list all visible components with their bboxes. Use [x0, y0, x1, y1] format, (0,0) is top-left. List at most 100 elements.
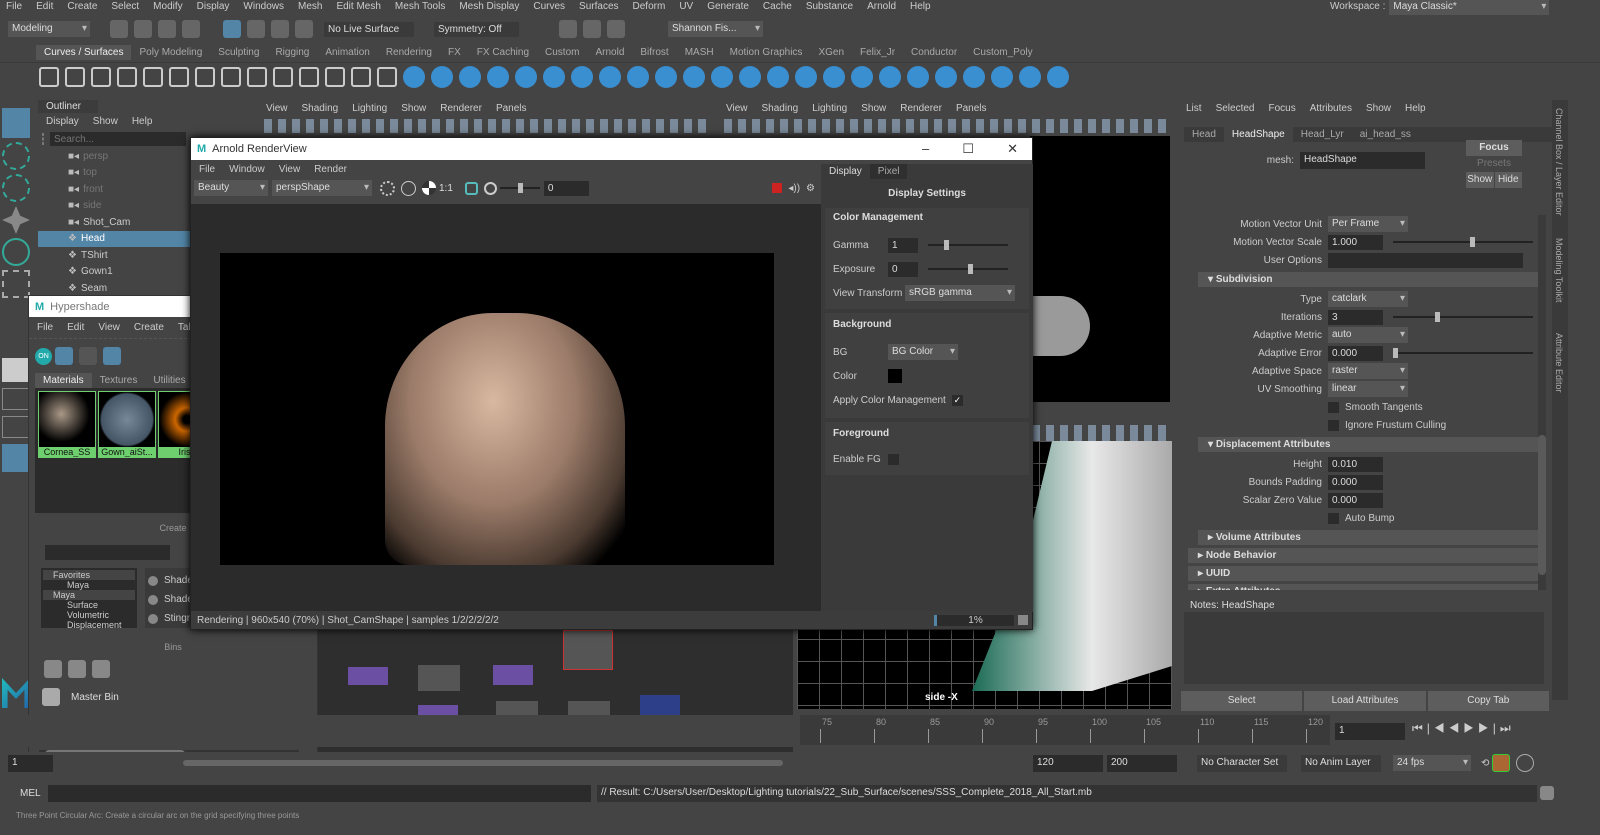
focus-button[interactable]: Focus — [1466, 140, 1522, 156]
shelf-tool-icon[interactable] — [169, 66, 189, 87]
outliner-search-input[interactable] — [50, 132, 186, 146]
shelf-tab-bifrost[interactable]: Bifrost — [632, 45, 676, 60]
settings-gear-icon[interactable]: ⚙ — [806, 183, 815, 194]
menu-select[interactable]: Select — [111, 1, 139, 12]
shelf-tool-icon[interactable] — [65, 66, 85, 87]
shelf-tool-icon[interactable] — [431, 65, 453, 88]
outliner-layout-icon[interactable] — [2, 444, 30, 472]
outliner-menu-show[interactable]: Show — [93, 116, 118, 127]
attr-tab-ai-head-ss[interactable]: ai_head_ss — [1352, 127, 1419, 142]
input-connections-icon[interactable] — [103, 347, 121, 365]
scalar-zero-value-field[interactable]: 0.000 — [1328, 492, 1383, 508]
hypershade-menu-view[interactable]: View — [98, 322, 120, 333]
create-tree-item[interactable]: Maya — [43, 580, 135, 590]
shelf-tab-xgen[interactable]: XGen — [810, 45, 852, 60]
bg-dropdown[interactable]: BG Color — [888, 344, 958, 360]
shelf-tab-rigging[interactable]: Rigging — [267, 45, 317, 60]
maximize-button[interactable]: ☐ — [962, 141, 974, 157]
viewport-menu-panels[interactable]: Panels — [956, 103, 987, 114]
create-tree-item[interactable]: Surface — [43, 600, 135, 610]
open-scene-icon[interactable] — [134, 20, 152, 38]
undo-icon[interactable] — [182, 20, 200, 38]
close-button[interactable]: ✕ — [1007, 141, 1018, 157]
time-slider[interactable]: 75 80 85 90 95 100 105 110 115 120 1 ⏮|◀◀▶▶|⏭ — [0, 715, 1600, 747]
scale-tool-icon[interactable] — [2, 270, 30, 298]
bg-color-swatch[interactable] — [888, 369, 902, 383]
motion-vector-scale-slider[interactable] — [1393, 237, 1533, 247]
shelf-tool-icon[interactable] — [487, 65, 509, 88]
section-volume-attributes[interactable]: ▸ Volume Attributes — [1198, 530, 1538, 545]
single-perspective-layout-icon[interactable] — [2, 358, 30, 382]
attr-tab-headshape[interactable]: HeadShape — [1223, 127, 1293, 142]
workspace-dropdown[interactable]: Maya Classic* — [1389, 0, 1550, 15]
select-tool-icon[interactable] — [223, 20, 241, 38]
render-region-icon[interactable] — [380, 180, 395, 196]
iterations-field[interactable]: 3 — [1328, 309, 1383, 325]
node-shader[interactable] — [563, 630, 613, 670]
menu-mesh-display[interactable]: Mesh Display — [459, 1, 519, 12]
snap-point-icon[interactable] — [295, 20, 313, 38]
viewport-canvas[interactable] — [1030, 136, 1170, 402]
shelf-tool-icon[interactable] — [935, 65, 957, 88]
gamma-slider[interactable] — [928, 240, 1008, 250]
minimize-button[interactable]: – — [922, 141, 929, 157]
create-tree-item[interactable]: Displacement — [43, 620, 135, 630]
master-bin-label[interactable]: Master Bin — [71, 692, 119, 703]
shelf-tool-icon[interactable] — [221, 66, 241, 87]
select-tool-icon[interactable] — [2, 108, 30, 138]
shelf-tool-icon[interactable] — [739, 65, 761, 88]
menu-arnold[interactable]: Arnold — [867, 1, 896, 12]
exposure-icon[interactable] — [422, 181, 436, 195]
mesh-name-field[interactable]: HeadShape — [1300, 151, 1425, 169]
menu-curves[interactable]: Curves — [533, 1, 565, 12]
move-tool-icon[interactable] — [2, 206, 30, 234]
viewport-menu-view[interactable]: View — [266, 103, 288, 114]
shelf-tool-icon[interactable] — [273, 66, 293, 87]
viewport-menu-panels[interactable]: Panels — [496, 103, 527, 114]
height-field[interactable]: 0.010 — [1328, 456, 1383, 472]
shelf-tab-curves-surfaces[interactable]: Curves / Surfaces — [36, 45, 132, 60]
end-frame-field[interactable]: 120 — [1033, 754, 1103, 772]
viewport-menu-show[interactable]: Show — [861, 103, 886, 114]
outliner-item[interactable]: ■◂ top — [38, 165, 190, 182]
menu-file[interactable]: File — [6, 1, 22, 12]
stop-render-button[interactable] — [772, 183, 783, 193]
filter-icon[interactable] — [42, 133, 44, 145]
outliner-item[interactable]: ■◂ persp — [38, 148, 190, 165]
menu-modify[interactable]: Modify — [153, 1, 182, 12]
exposure-slider[interactable] — [928, 264, 1008, 274]
crop-region-icon[interactable] — [464, 181, 478, 195]
side-tab-attribute-editor[interactable]: Attribute Editor — [1552, 325, 1566, 420]
ignore-frustum-checkbox[interactable] — [1328, 419, 1339, 431]
two-view-layout-icon[interactable] — [2, 416, 30, 438]
shelf-tab-animation[interactable]: Animation — [317, 45, 377, 60]
shelf-tab-sculpting[interactable]: Sculpting — [210, 45, 267, 60]
renderview-menu-view[interactable]: View — [279, 164, 301, 175]
shelf-tab-mash[interactable]: MASH — [677, 45, 722, 60]
aov-dropdown[interactable]: Beauty — [194, 180, 268, 196]
anim-prefs-icon[interactable] — [1516, 754, 1535, 772]
live-surface-field[interactable]: No Live Surface — [324, 21, 414, 37]
create-tree-item[interactable]: Maya — [43, 590, 135, 600]
shelf-tab-custom[interactable]: Custom — [537, 45, 587, 60]
paint-select-icon[interactable] — [2, 174, 30, 202]
show-button[interactable]: Show — [1466, 172, 1494, 188]
menu-help[interactable]: Help — [910, 1, 931, 12]
shelf-tab-motion-graphics[interactable]: Motion Graphics — [722, 45, 811, 60]
node-normal-file[interactable] — [418, 665, 460, 691]
menu-generate[interactable]: Generate — [707, 1, 749, 12]
outliner-menu-help[interactable]: Help — [132, 116, 153, 127]
menu-mesh-tools[interactable]: Mesh Tools — [395, 1, 445, 12]
material-swatch[interactable]: Cornea_SS — [38, 391, 96, 458]
outliner-item[interactable]: ■◂ Shot_Cam — [38, 214, 190, 231]
create-tree-item[interactable]: Favorites — [43, 570, 135, 580]
shelf-tool-icon[interactable] — [325, 66, 345, 87]
character-set-dropdown[interactable]: No Character Set — [1197, 754, 1287, 772]
shelf-tool-icon[interactable] — [711, 65, 733, 88]
hypershade-tab-textures[interactable]: Textures — [92, 373, 146, 388]
shelf-tool-icon[interactable] — [879, 65, 901, 88]
snap-grid-icon[interactable] — [247, 20, 265, 38]
renderview-menu-window[interactable]: Window — [229, 164, 265, 175]
playback-controls[interactable]: ⏮|◀◀▶▶|⏭ — [1412, 721, 1515, 736]
viewport-toolbar[interactable] — [264, 119, 708, 133]
